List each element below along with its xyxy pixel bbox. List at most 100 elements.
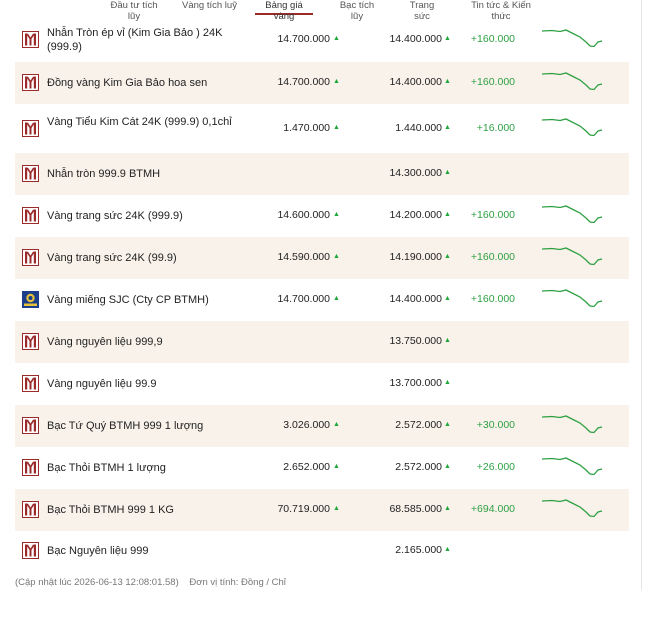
sell-price: 2.165.000 <box>395 544 442 556</box>
sell-price: 14.400.000 <box>389 293 442 305</box>
btmh-logo-icon <box>22 207 39 224</box>
up-arrow-icon: ▲ <box>333 253 340 260</box>
price-change: +160.000 <box>470 293 515 305</box>
btmh-logo-icon <box>22 459 39 476</box>
btmh-logo-icon <box>22 375 39 392</box>
sell-price: 14.300.000 <box>389 167 442 179</box>
up-arrow-icon: ▲ <box>444 421 451 428</box>
btmh-logo-icon <box>22 542 39 559</box>
product-name: Vàng nguyên liệu 99.9 <box>47 378 157 390</box>
buy-price: 70.719.000 <box>277 503 330 515</box>
sell-price: 13.750.000 <box>389 335 442 347</box>
table-row[interactable]: Đồng vàng Kim Gia Bảo hoa sen 14.700.000 ▲… <box>15 62 629 104</box>
sell-price: 13.700.000 <box>389 377 442 389</box>
sparkline-path <box>542 28 603 47</box>
table-row[interactable]: Vàng nguyên liệu 999,9 13.750.000 ▲ <box>15 321 629 363</box>
product-name: Đồng vàng Kim Gia Bảo hoa sen <box>47 77 208 89</box>
buy-price: 14.700.000 <box>277 32 330 45</box>
btmh-logo-icon <box>22 30 39 48</box>
table-row[interactable]: Vàng miếng SJC (Cty CP BTMH) 14.700.000 ▲ 1… <box>15 279 629 321</box>
sjc-logo-icon <box>22 291 39 308</box>
table-row[interactable]: Nhẫn tròn 999.9 BTMH 14.300.000 ▲ <box>15 153 629 195</box>
price-change: +160.000 <box>470 209 515 221</box>
sell-price: 1.440.000 <box>395 121 442 134</box>
sell-price: 68.585.000 <box>389 503 442 515</box>
btmh-logo-icon <box>22 165 39 182</box>
sparkline-path <box>542 247 603 266</box>
product-name: Vàng trang sức 24K (999.9) <box>47 210 183 222</box>
product-name: Vàng miếng SJC (Cty CP BTMH) <box>47 294 209 306</box>
up-arrow-icon: ▲ <box>444 211 451 218</box>
tab-bang-gia-vang[interactable]: Bảng giá vàng <box>255 0 313 22</box>
sparkline-path <box>542 499 603 518</box>
btmh-logo-icon <box>22 333 39 350</box>
tab-vang-tich-luy[interactable]: Vàng tích luỹ <box>182 0 237 15</box>
footer: (Cập nhật lúc 2026-06-13 12:08:01.58) Đơ… <box>15 577 294 588</box>
sell-price: 14.400.000 <box>389 32 442 45</box>
up-arrow-icon: ▲ <box>444 169 451 176</box>
product-name: Vàng Tiểu Kim Cát 24K (999.9) 0,1chỉ <box>47 115 232 128</box>
btmh-logo-icon <box>22 417 39 434</box>
product-name: Nhẫn Tròn ép vỉ (Kim Gia Bảo ) 24K (999.… <box>47 26 223 53</box>
tab-bac-tich-luy[interactable]: Bạc tích lũy <box>333 0 381 22</box>
up-arrow-icon: ▲ <box>444 123 451 131</box>
price-change: +160.000 <box>470 251 515 263</box>
sell-price: 2.572.000 <box>395 461 442 473</box>
buy-price: 2.652.000 <box>283 461 330 473</box>
btmh-logo-icon <box>22 249 39 266</box>
buy-price: 14.600.000 <box>277 209 330 221</box>
btmh-logo-icon <box>22 119 39 137</box>
sparkline-path <box>542 72 603 91</box>
table-row[interactable]: Bạc Thỏi BTMH 1 lượng 2.652.000 ▲ 2.572.000… <box>15 447 629 489</box>
sell-price: 2.572.000 <box>395 419 442 431</box>
sparkline-chart <box>542 247 603 266</box>
buy-price: 14.700.000 <box>277 293 330 305</box>
price-change: +30.000 <box>476 419 515 431</box>
table-row[interactable]: Bạc Nguyên liệu 999 2.165.000 ▲ <box>15 531 629 571</box>
tab-bar: Đầu tư tích lũy Vàng tích luỹ Bảng giá v… <box>0 0 641 22</box>
table-row[interactable]: Nhẫn Tròn ép vỉ (Kim Gia Bảo ) 24K (999.… <box>15 17 629 62</box>
sparkline-chart <box>542 117 603 136</box>
buy-price: 1.470.000 <box>283 121 330 134</box>
product-name: Bạc Nguyên liệu 999 <box>47 545 149 557</box>
up-arrow-icon: ▲ <box>444 78 451 85</box>
up-arrow-icon: ▲ <box>444 379 451 386</box>
unit-note: Đơn vị tính: Đồng / Chỉ <box>189 577 286 588</box>
up-arrow-icon: ▲ <box>444 34 451 42</box>
product-name: Nhẫn tròn 999.9 BTMH <box>47 168 161 180</box>
up-arrow-icon: ▲ <box>444 295 451 302</box>
table-row[interactable]: Bạc Tứ Quý BTMH 999 1 lượng 3.026.000 ▲ 2.5… <box>15 405 629 447</box>
product-name: Bạc Thỏi BTMH 999 1 KG <box>47 504 174 516</box>
price-table: Nhẫn Tròn ép vỉ (Kim Gia Bảo ) 24K (999.… <box>15 17 629 571</box>
tab-trang-suc[interactable]: Trang sức <box>401 0 443 22</box>
table-row[interactable]: Vàng Tiểu Kim Cát 24K (999.9) 0,1chỉ 1.47… <box>15 104 629 153</box>
buy-price: 3.026.000 <box>283 419 330 431</box>
up-arrow-icon: ▲ <box>333 463 340 470</box>
tab-tin-tuc[interactable]: Tin tức & Kiến thức <box>461 0 541 22</box>
sparkline-chart <box>542 72 603 91</box>
sparkline-path <box>542 117 603 136</box>
sparkline-path <box>542 457 603 476</box>
buy-price: 14.700.000 <box>277 76 330 88</box>
up-arrow-icon: ▲ <box>333 211 340 218</box>
up-arrow-icon: ▲ <box>333 421 340 428</box>
table-row[interactable]: Vàng trang sức 24K (99.9) 14.590.000 ▲ 14.1… <box>15 237 629 279</box>
table-row[interactable]: Bạc Thỏi BTMH 999 1 KG 70.719.000 ▲ 68.585.… <box>15 489 629 531</box>
tab-dau-tu-tich-luy[interactable]: Đầu tư tích lũy <box>104 0 164 22</box>
price-change: +694.000 <box>470 503 515 515</box>
sell-price: 14.200.000 <box>389 209 442 221</box>
table-row[interactable]: Vàng trang sức 24K (999.9) 14.600.000 ▲ 14.… <box>15 195 629 237</box>
table-row[interactable]: Vàng nguyên liệu 99.9 13.700.000 ▲ <box>15 363 629 405</box>
btmh-logo-icon <box>22 501 39 518</box>
panel-border <box>641 0 642 590</box>
sparkline-chart <box>542 457 603 476</box>
up-arrow-icon: ▲ <box>333 123 340 131</box>
up-arrow-icon: ▲ <box>333 505 340 512</box>
sparkline-chart <box>542 415 603 434</box>
up-arrow-icon: ▲ <box>444 253 451 260</box>
product-name: Bạc Thỏi BTMH 1 lượng <box>47 462 166 474</box>
product-name: Vàng nguyên liệu 999,9 <box>47 336 163 348</box>
up-arrow-icon: ▲ <box>444 463 451 470</box>
sparkline-chart <box>542 28 603 47</box>
sparkline-path <box>542 205 603 224</box>
